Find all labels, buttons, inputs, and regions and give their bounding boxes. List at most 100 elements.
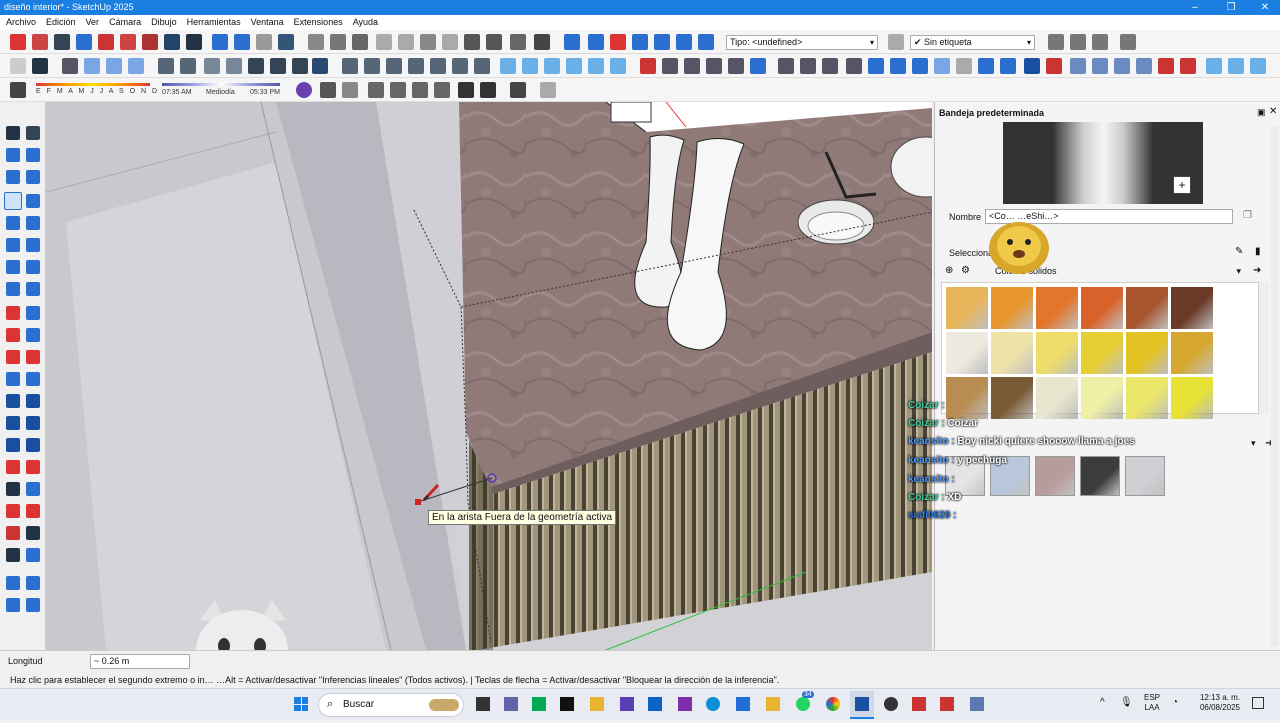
- camera-icon[interactable]: [368, 82, 384, 98]
- drop-4-icon[interactable]: [912, 58, 928, 74]
- offset-tool-icon[interactable]: [26, 350, 40, 364]
- rectangle-tool-icon[interactable]: [6, 216, 20, 230]
- extension-9-icon[interactable]: [1250, 58, 1266, 74]
- folder-taskbar-icon[interactable]: [766, 697, 780, 711]
- move-tool-icon[interactable]: [6, 306, 20, 320]
- app-red-2-icon[interactable]: [940, 697, 954, 711]
- extension-1-icon[interactable]: [1070, 58, 1086, 74]
- extension-4-icon[interactable]: [1136, 58, 1152, 74]
- print-icon[interactable]: [510, 34, 526, 50]
- box-top-icon[interactable]: [226, 58, 242, 74]
- xray-icon[interactable]: [62, 58, 78, 74]
- start-icon[interactable]: [294, 697, 308, 711]
- delete-icon[interactable]: [442, 34, 458, 50]
- position-camera-tool-icon[interactable]: [6, 526, 20, 540]
- house-4-icon[interactable]: [408, 58, 424, 74]
- menu-ventana[interactable]: Ventana: [251, 15, 284, 30]
- material-swatch[interactable]: [1126, 332, 1168, 374]
- app-purple-icon[interactable]: [620, 697, 634, 711]
- component-e-icon[interactable]: [588, 58, 604, 74]
- month-slider[interactable]: [36, 83, 150, 86]
- house-3-icon[interactable]: [386, 58, 402, 74]
- component-c-icon[interactable]: [544, 58, 560, 74]
- material-swatch[interactable]: [946, 287, 988, 329]
- zoom-extents-tool-icon[interactable]: [6, 504, 20, 518]
- model-material-swatch[interactable]: [1035, 456, 1075, 496]
- close-button[interactable]: ✕: [1250, 0, 1280, 15]
- dimension-icon[interactable]: [706, 58, 722, 74]
- tag-tool-left-icon[interactable]: [6, 170, 20, 184]
- solid-tools-icon[interactable]: [256, 34, 272, 50]
- menu-edicion[interactable]: Edición: [46, 15, 76, 30]
- location-icon[interactable]: [1120, 34, 1136, 50]
- close-tray-icon[interactable]: ✕: [1269, 106, 1277, 117]
- wifi-icon[interactable]: ◔: [1172, 697, 1178, 708]
- whatsapp-icon[interactable]: [796, 697, 810, 711]
- measure-icon[interactable]: [1046, 58, 1062, 74]
- move-point-icon[interactable]: [662, 58, 678, 74]
- arc-tool-icon[interactable]: [6, 260, 20, 274]
- component-icon[interactable]: [212, 34, 228, 50]
- box-left-icon[interactable]: [312, 58, 328, 74]
- edge-icon[interactable]: [706, 697, 720, 711]
- layout-icon[interactable]: [6, 598, 20, 612]
- axes-tool-icon[interactable]: [6, 394, 20, 408]
- tag-tool-icon[interactable]: [1048, 34, 1064, 50]
- follow-me-icon[interactable]: [26, 328, 40, 342]
- app-violet-icon[interactable]: [678, 697, 692, 711]
- chevron-down-icon[interactable]: ▾: [1251, 438, 1256, 449]
- sandbox-icon[interactable]: [278, 34, 294, 50]
- open-file-icon[interactable]: [330, 34, 346, 50]
- component-d-icon[interactable]: [566, 58, 582, 74]
- text-tool-icon[interactable]: [6, 416, 20, 430]
- views-front-icon[interactable]: [632, 34, 648, 50]
- cut-icon[interactable]: [376, 34, 392, 50]
- dimension-tool-icon[interactable]: [26, 394, 40, 408]
- notifications-icon[interactable]: [1252, 697, 1264, 709]
- pin-tray-icon[interactable]: ▣: [1257, 107, 1266, 118]
- plugin-p-icon[interactable]: [296, 82, 312, 98]
- clock-icon[interactable]: [434, 82, 450, 98]
- freehand-tool-icon[interactable]: [26, 194, 40, 208]
- menu-ver[interactable]: Ver: [86, 15, 100, 30]
- shaded-textures-icon[interactable]: [158, 58, 174, 74]
- polygon-tool-icon[interactable]: [26, 238, 40, 252]
- model-material-swatch[interactable]: [1125, 456, 1165, 496]
- store-icon[interactable]: [532, 697, 546, 711]
- undo-icon[interactable]: [464, 34, 480, 50]
- material-swatch[interactable]: [1036, 287, 1078, 329]
- monochrome-icon[interactable]: [180, 58, 196, 74]
- extension-6-icon[interactable]: [1180, 58, 1196, 74]
- dome-icon[interactable]: [390, 82, 406, 98]
- select-tool-icon[interactable]: [6, 126, 20, 140]
- cube-icon[interactable]: [320, 82, 336, 98]
- material-swatch[interactable]: [1036, 377, 1078, 419]
- axes-icon[interactable]: [1024, 58, 1040, 74]
- obs-icon[interactable]: [884, 697, 898, 711]
- tape-tool-icon[interactable]: [6, 372, 20, 386]
- eraser-icon[interactable]: [32, 34, 48, 50]
- wireframe-icon[interactable]: [84, 58, 100, 74]
- material-swatch[interactable]: [1171, 377, 1213, 419]
- previous-tool-icon[interactable]: [26, 504, 40, 518]
- drop-2-icon[interactable]: [868, 58, 884, 74]
- material-swatch[interactable]: [946, 377, 988, 419]
- material-swatch[interactable]: [991, 287, 1033, 329]
- protractor-icon[interactable]: [26, 372, 40, 386]
- gear-icon[interactable]: [458, 82, 474, 98]
- measure-input[interactable]: ~ 0.26 m: [90, 654, 190, 669]
- material-swatch[interactable]: [991, 377, 1033, 419]
- minimize-button[interactable]: –: [1180, 0, 1210, 15]
- eyedropper-icon[interactable]: ✎: [1235, 246, 1243, 257]
- lines-icon[interactable]: [510, 82, 526, 98]
- look-around-tool-icon[interactable]: [6, 548, 20, 562]
- warehouse-icon[interactable]: [6, 576, 20, 590]
- menu-ayuda[interactable]: Ayuda: [353, 15, 378, 30]
- menu-archivo[interactable]: Archivo: [6, 15, 36, 30]
- zoom-icon[interactable]: [54, 34, 70, 50]
- material-swatch[interactable]: [1126, 377, 1168, 419]
- link-2-icon[interactable]: [1000, 58, 1016, 74]
- model-info-icon[interactable]: [534, 34, 550, 50]
- layers-icon[interactable]: [1092, 34, 1108, 50]
- link-icon[interactable]: [978, 58, 994, 74]
